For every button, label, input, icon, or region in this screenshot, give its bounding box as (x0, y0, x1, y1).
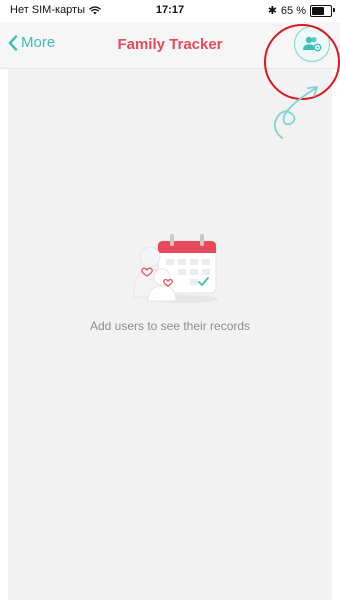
status-bar: Нет SIM-карты 17:17 ✱ 65 % (0, 0, 340, 22)
empty-state-message: Add users to see their records (89, 319, 251, 333)
battery-percent: 65 % (280, 4, 306, 17)
manage-users-button[interactable] (294, 26, 330, 62)
screen: Нет SIM-карты 17:17 ✱ 65 % More Family T… (0, 0, 340, 600)
users-settings-icon (303, 36, 322, 52)
battery-fill (312, 6, 324, 15)
battery-icon (310, 4, 335, 17)
status-right: ✱ 65 % (267, 4, 335, 17)
calendar-heart-icon (133, 234, 218, 303)
bluetooth-icon: ✱ (267, 5, 277, 17)
page-title: Family Tracker (117, 36, 223, 53)
navigation-bar: More Family Tracker (0, 22, 340, 69)
battery-cap (333, 7, 335, 12)
records-area: Add users to see their records (8, 69, 332, 600)
